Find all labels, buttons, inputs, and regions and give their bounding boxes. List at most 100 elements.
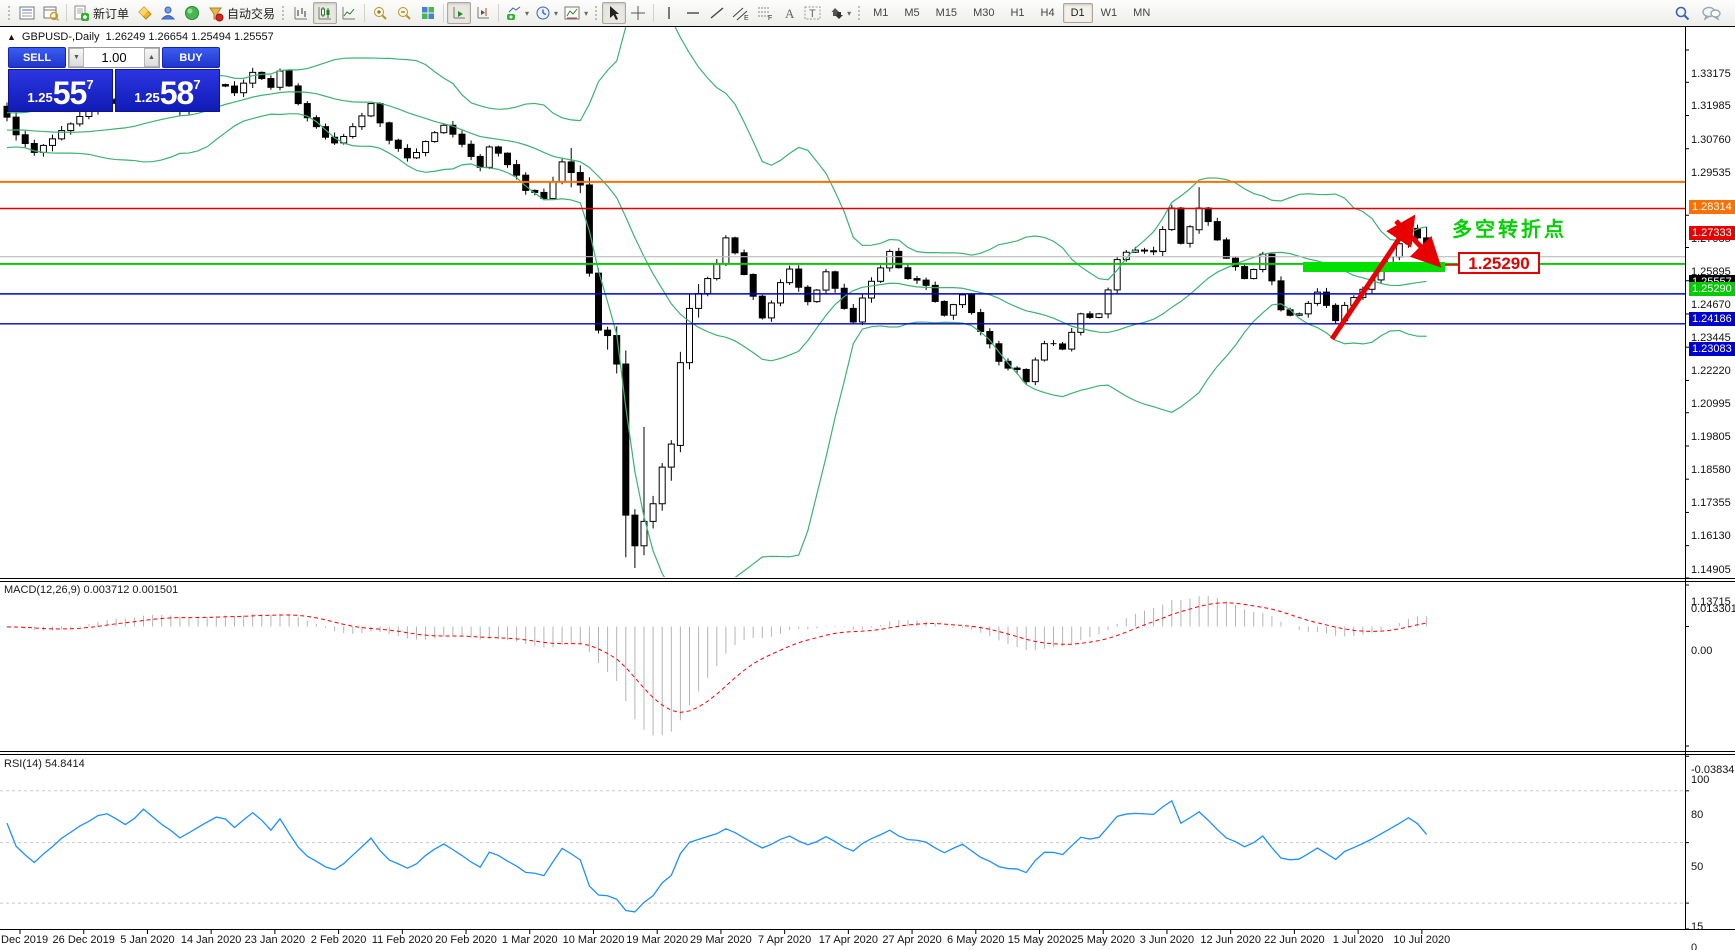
candles-layer <box>4 68 1430 568</box>
trend-arrow-1[interactable] <box>1332 227 1407 339</box>
equidistant-channel-button[interactable]: E <box>729 2 753 24</box>
timeframe-toolbar: M1M5M15M30H1H4D1W1MN <box>865 3 1158 23</box>
timeframe-M15[interactable]: M15 <box>928 3 965 23</box>
buy-button[interactable]: BUY <box>162 47 220 68</box>
arrows-button[interactable]: ▾ <box>825 2 854 24</box>
dropdown-arrow-icon: ▾ <box>554 9 558 18</box>
text-label-button[interactable]: T <box>801 2 825 24</box>
toolbar-drag-handle[interactable] <box>281 5 286 21</box>
one-click-toggle-icon[interactable]: ▲ <box>7 32 16 42</box>
trendline-button[interactable] <box>705 2 729 24</box>
svg-text:F: F <box>768 15 772 21</box>
timeframe-D1[interactable]: D1 <box>1063 3 1093 23</box>
timeframe-M1[interactable]: M1 <box>865 3 896 23</box>
timeframe-H4[interactable]: H4 <box>1033 3 1063 23</box>
rsi-label: RSI(14) 54.8414 <box>4 758 85 770</box>
autotrade-icon <box>207 5 224 22</box>
price-tick: 1.20995 <box>1691 398 1731 410</box>
toolbar-drag-handle[interactable] <box>7 5 12 21</box>
timeframe-M30[interactable]: M30 <box>965 3 1002 23</box>
date-label: 22 Jun 2020 <box>1264 934 1325 946</box>
metaeditor-button[interactable] <box>132 2 156 24</box>
tile-windows-button[interactable] <box>416 2 440 24</box>
timeframe-H1[interactable]: H1 <box>1002 3 1032 23</box>
annotation-note[interactable]: 多空转折点 <box>1452 213 1567 242</box>
buy-price-big: 58 <box>160 78 194 108</box>
autotrade-button[interactable]: 自动交易 <box>204 2 278 24</box>
date-label: 20 Feb 2020 <box>435 934 497 946</box>
zoom-in-icon <box>372 5 388 21</box>
one-click-trade-panel: SELL ▼ 1.00 ▲ BUY 1.25557 1.25587 <box>8 47 220 112</box>
macd-pane <box>7 596 1427 735</box>
svg-text:T: T <box>809 8 816 20</box>
date-label: 1 Mar 2020 <box>502 934 558 946</box>
date-label: 27 Apr 2020 <box>882 934 941 946</box>
zoom-in-button[interactable] <box>368 2 392 24</box>
timeframe-M5[interactable]: M5 <box>896 3 927 23</box>
price-tick: 1.22220 <box>1691 365 1731 377</box>
dropdown-arrow-icon: ▾ <box>847 9 851 18</box>
templates-button[interactable]: ▾ <box>561 2 591 24</box>
horizontal-line-button[interactable] <box>681 2 705 24</box>
periods-button[interactable]: ▾ <box>532 2 561 24</box>
chat-icon[interactable] <box>1701 5 1721 21</box>
market-watch-icon <box>19 5 35 21</box>
timeframe-W1[interactable]: W1 <box>1093 3 1126 23</box>
date-label: 5 Jan 2020 <box>120 934 174 946</box>
data-window-button[interactable] <box>39 2 63 24</box>
date-label: 19 Mar 2020 <box>626 934 688 946</box>
search-icon[interactable] <box>1674 5 1691 22</box>
crosshair-button[interactable] <box>626 2 650 24</box>
support-zone-rect[interactable] <box>1303 262 1445 272</box>
market-watch-button[interactable] <box>15 2 39 24</box>
new-order-button[interactable]: 新订单 <box>70 2 132 24</box>
auto-scroll-icon <box>451 5 467 21</box>
expert-advisors-button[interactable] <box>156 2 180 24</box>
vertical-line-button[interactable] <box>657 2 681 24</box>
price-tick: 1.19805 <box>1691 431 1731 443</box>
date-label: 17 Apr 2020 <box>819 934 878 946</box>
crosshair-icon <box>630 5 646 21</box>
date-label: 1 Jul 2020 <box>1333 934 1384 946</box>
volume-increase-button[interactable]: ▲ <box>144 48 159 67</box>
line-chart-button[interactable] <box>337 2 361 24</box>
fibonacci-icon: F <box>756 5 774 21</box>
macd-tick: 0.013301 <box>1691 603 1735 615</box>
zoom-out-button[interactable] <box>392 2 416 24</box>
sell-button[interactable]: SELL <box>8 47 66 68</box>
auto-scroll-button[interactable] <box>447 2 471 24</box>
volume-value[interactable]: 1.00 <box>84 48 144 67</box>
horizontal-line-icon <box>685 5 701 21</box>
cursor-button[interactable] <box>602 2 626 24</box>
buy-price-display[interactable]: 1.25587 <box>115 69 220 112</box>
annotation-price-tag[interactable]: 1.25290 <box>1458 252 1540 274</box>
rsi-tick: 80 <box>1691 809 1703 821</box>
date-label: 25 May 2020 <box>1071 934 1135 946</box>
candle-chart-button[interactable] <box>313 2 337 24</box>
price-label-1.28314: 1.28314 <box>1689 200 1735 214</box>
indicators-button[interactable]: ▾ <box>502 2 532 24</box>
date-label: 26 Dec 2019 <box>53 934 115 946</box>
text-button[interactable]: A <box>777 2 801 24</box>
date-label: 6 May 2020 <box>947 934 1004 946</box>
sell-price-display[interactable]: 1.25557 <box>8 69 113 112</box>
toolbar-drag-handle[interactable] <box>594 5 599 21</box>
date-label: 14 Jan 2020 <box>181 934 242 946</box>
sell-price-big: 55 <box>53 78 87 108</box>
cursor-icon <box>607 5 621 21</box>
mt4-window: { "toolbar": { "new_order_label": "新订单",… <box>0 0 1735 950</box>
volume-decrease-button[interactable]: ▼ <box>69 48 84 67</box>
timeframe-MN[interactable]: MN <box>1125 3 1158 23</box>
metaeditor-icon <box>136 5 152 21</box>
svg-text:E: E <box>744 15 749 21</box>
dropdown-arrow-icon: ▾ <box>584 9 588 18</box>
bar-chart-button[interactable] <box>289 2 313 24</box>
news-button[interactable] <box>180 2 204 24</box>
chart-shift-button[interactable] <box>471 2 495 24</box>
volume-field: ▼ 1.00 ▲ <box>68 47 160 68</box>
sell-price-sup: 7 <box>86 77 93 92</box>
fibonacci-button[interactable]: F <box>753 2 777 24</box>
chart-canvas[interactable] <box>0 25 1735 950</box>
toolbar-drag-handle[interactable] <box>857 5 862 21</box>
date-label: 23 Jan 2020 <box>245 934 306 946</box>
